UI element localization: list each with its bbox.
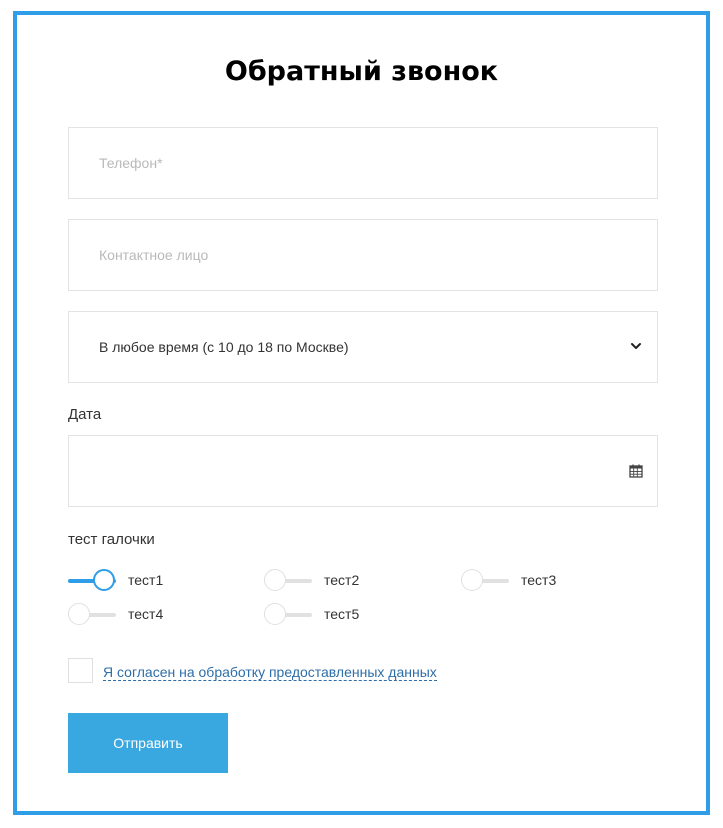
- date-field[interactable]: [68, 435, 658, 507]
- toggle-knob: [68, 603, 90, 625]
- toggle-knob: [461, 569, 483, 591]
- checks-group-label: тест галочки: [68, 531, 155, 548]
- consent-checkbox[interactable]: [68, 658, 93, 683]
- form-title: Обратный звонок: [224, 56, 499, 87]
- contact-field-container: [68, 219, 658, 291]
- toggle-label: тест3: [521, 572, 557, 588]
- toggle-label: тест1: [128, 572, 164, 588]
- toggle-knob: [264, 569, 286, 591]
- call-time-selected-value: В любое время (с 10 до 18 по Москве): [99, 339, 349, 355]
- toggle-label: тест2: [324, 572, 360, 588]
- chevron-down-icon: [631, 343, 641, 349]
- phone-input[interactable]: [69, 128, 657, 198]
- contact-person-input[interactable]: [69, 220, 657, 290]
- call-time-select[interactable]: В любое время (с 10 до 18 по Москве): [68, 311, 658, 383]
- submit-button[interactable]: Отправить: [68, 713, 228, 773]
- toggle-label: тест4: [128, 606, 164, 622]
- date-label: Дата: [68, 406, 102, 423]
- toggle-label: тест5: [324, 606, 360, 622]
- toggle-knob: [93, 569, 115, 591]
- toggle-knob: [264, 603, 286, 625]
- calendar-icon[interactable]: [629, 464, 643, 478]
- consent-link[interactable]: Я согласен на обработку предоставленных …: [103, 664, 437, 681]
- phone-field-container: [68, 127, 658, 199]
